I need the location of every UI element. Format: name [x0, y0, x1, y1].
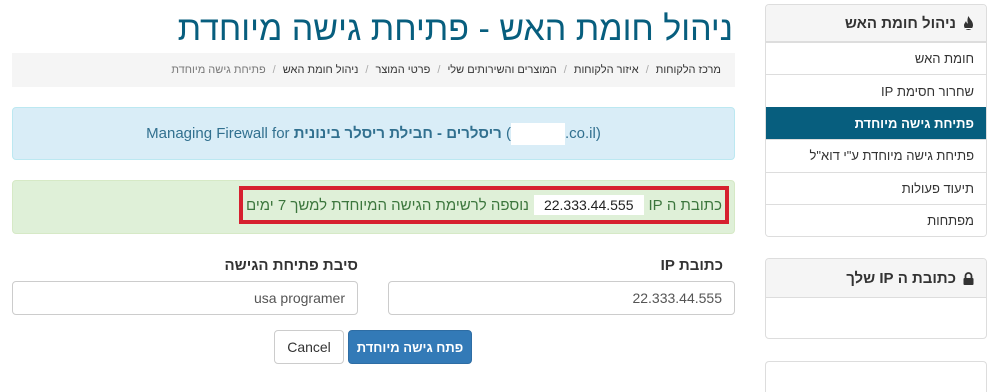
info-alert-prefix: Managing Firewall for	[146, 125, 290, 142]
success-alert: כתובת ה IP 22.333.44.555 נוספה לרשימת הג…	[12, 180, 735, 234]
breadcrumb-separator: /	[365, 64, 369, 76]
sidebar-item-release-ip[interactable]: שחרור חסימת IP	[766, 74, 986, 107]
breadcrumb-separator: /	[563, 64, 567, 76]
ip-label: כתובת IP	[660, 257, 723, 274]
breadcrumb-separator: /	[272, 64, 276, 76]
breadcrumb-separator: /	[437, 64, 441, 76]
reason-label: סיבת פתיחת הגישה	[224, 257, 358, 274]
open-access-button[interactable]: פתח גישה מיוחדת	[348, 330, 472, 364]
breadcrumb-item[interactable]: מרכז הלקוחות	[656, 64, 721, 76]
breadcrumb-separator: /	[645, 64, 649, 76]
redacted-domain	[510, 122, 565, 145]
your-ip-title: כתובת ה IP שלך	[846, 269, 956, 287]
sidebar-panel-partial	[765, 361, 987, 392]
highlight-annotation: כתובת ה IP 22.333.44.555 נוספה לרשימת הג…	[239, 186, 729, 224]
sidebar-item-keys[interactable]: מפתחות	[766, 203, 986, 237]
main-content: ניהול חומת האש - פתיחת גישה מיוחדת מרכז …	[12, 0, 735, 364]
breadcrumb: מרכז הלקוחות / איזור הלקוחות / המוצרים ו…	[12, 53, 735, 87]
domain-suffix: .co.il)	[564, 125, 601, 142]
success-before-ip: כתובת ה IP	[648, 196, 723, 214]
your-ip-body	[766, 298, 986, 338]
sidebar-item-firewall[interactable]: חומת האש	[766, 42, 986, 75]
cancel-button[interactable]: Cancel	[274, 330, 344, 364]
info-alert: Managing Firewall for ריסלרים - חבילת רי…	[12, 107, 735, 160]
sidebar: ניהול חומת האש חומת האש שחרור חסימת IP פ…	[765, 4, 987, 392]
page-title: ניהול חומת האש - פתיחת גישה מיוחדת	[177, 10, 733, 48]
firewall-menu-heading: ניהול חומת האש	[766, 5, 986, 42]
firewall-menu-panel: ניהול חומת האש חומת האש שחרור חסימת IP פ…	[765, 4, 987, 238]
sidebar-item-special-access[interactable]: פתיחת גישה מיוחדת	[766, 106, 986, 140]
ip-input[interactable]	[388, 281, 735, 315]
sidebar-item-special-access-email[interactable]: פתיחת גישה מיוחדת ע"י דוא"ל	[766, 139, 986, 172]
success-ip-value: 22.333.44.555	[533, 195, 644, 215]
breadcrumb-item[interactable]: איזור הלקוחות	[574, 64, 639, 76]
breadcrumb-item[interactable]: ניהול חומת האש	[283, 64, 359, 76]
lock-icon	[963, 272, 974, 285]
your-ip-heading: כתובת ה IP שלך	[766, 259, 986, 299]
sidebar-item-action-log[interactable]: תיעוד פעולות	[766, 171, 986, 204]
reseller-name: ריסלרים - חבילת ריסלר בינונית	[293, 125, 502, 142]
breadcrumb-item[interactable]: פרטי המוצר	[375, 64, 430, 76]
reason-input[interactable]	[12, 281, 358, 315]
success-after-ip: נוספה לרשימת הגישה המיוחדת למשך 7 ימים	[246, 196, 529, 214]
fire-icon	[963, 16, 974, 30]
firewall-menu-title: ניהול חומת האש	[844, 14, 956, 32]
breadcrumb-current: פתיחת גישה מיוחדת	[171, 64, 266, 76]
your-ip-panel: כתובת ה IP שלך	[765, 258, 987, 340]
breadcrumb-item[interactable]: המוצרים והשירותים שלי	[447, 64, 556, 76]
